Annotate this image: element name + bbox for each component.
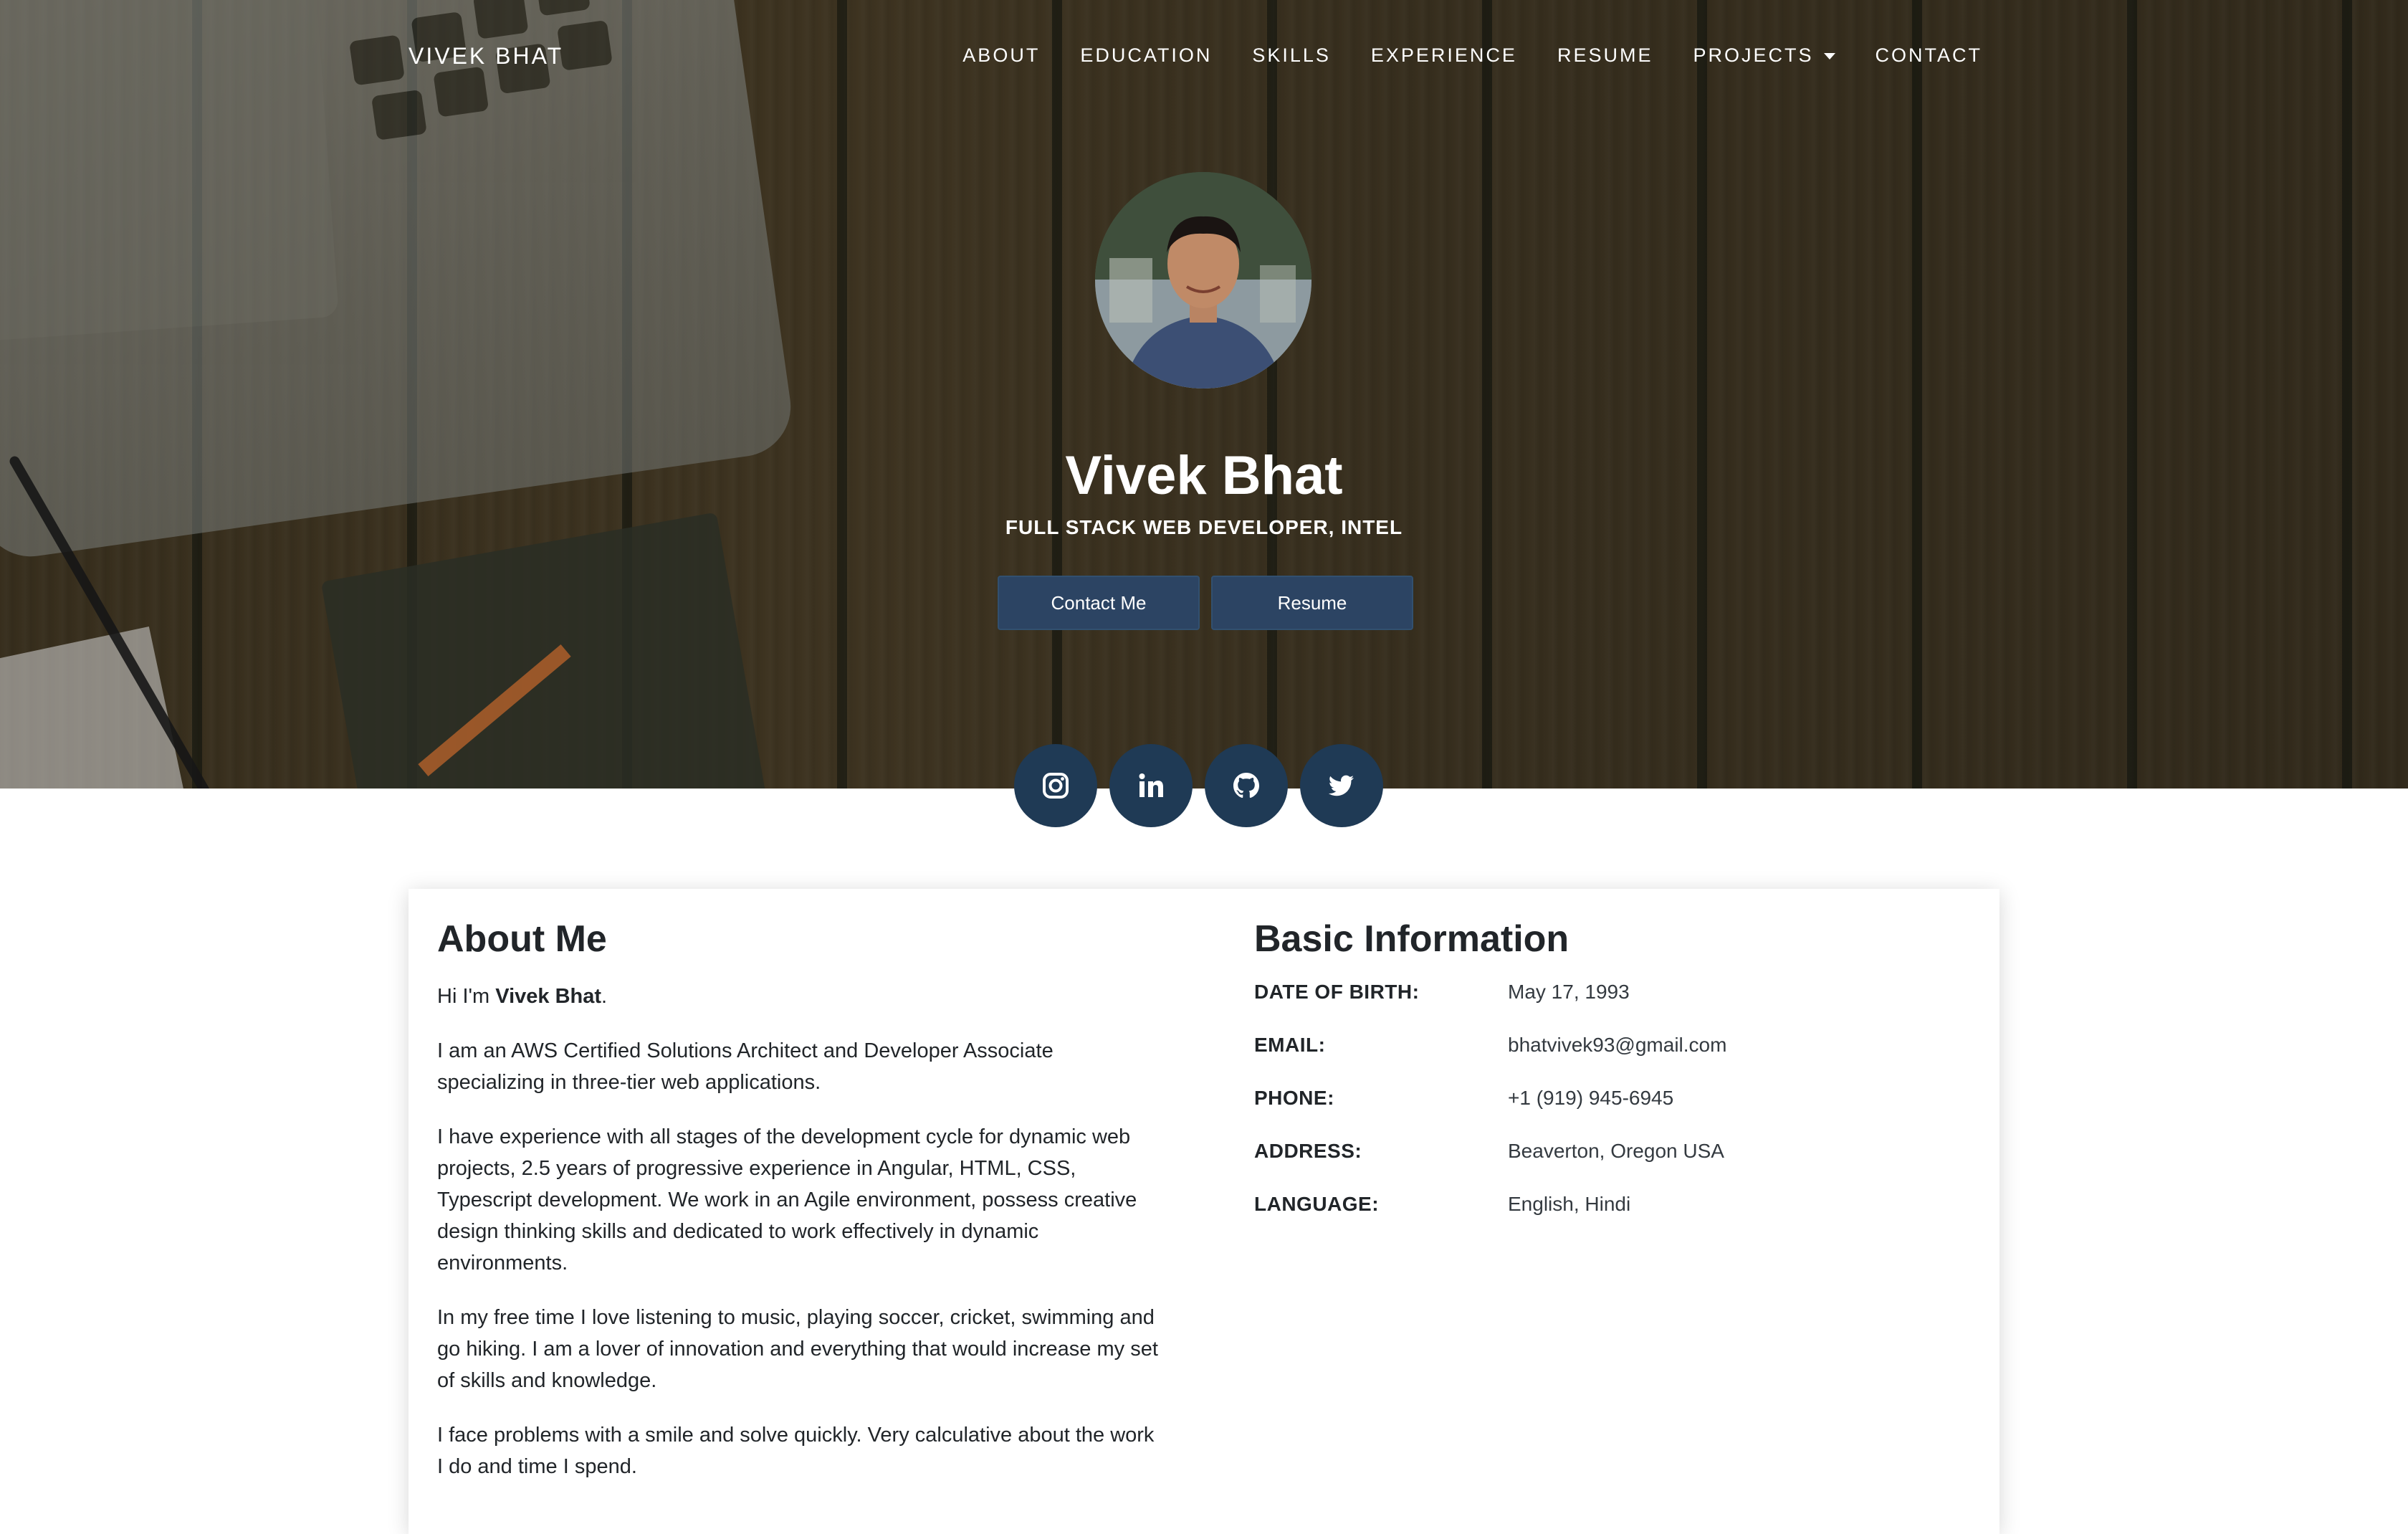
twitter-link[interactable]: [1300, 744, 1383, 827]
notebook-image: [320, 512, 769, 789]
caret-down-icon: [1823, 53, 1835, 59]
info-row-address: ADDRESS: Beaverton, Oregon USA: [1254, 1140, 1971, 1193]
info-row-email: EMAIL: bhatvivek93@gmail.com: [1254, 1034, 1971, 1087]
nav-projects-label: PROJECTS: [1693, 44, 1814, 66]
nav-education[interactable]: EDUCATION: [1080, 44, 1212, 67]
github-icon: [1233, 773, 1259, 798]
hero-title: FULL STACK WEB DEVELOPER, INTEL: [1005, 516, 1403, 538]
info-value: bhatvivek93@gmail.com: [1508, 1034, 1727, 1056]
info-label: ADDRESS:: [1254, 1140, 1362, 1162]
greeting-name: Vivek Bhat: [495, 985, 602, 1008]
info-value: English, Hindi: [1508, 1193, 1631, 1215]
info-label: DATE OF BIRTH:: [1254, 981, 1420, 1003]
about-greeting: Hi I'm Vivek Bhat.: [437, 981, 1161, 1012]
info-label: EMAIL:: [1254, 1034, 1326, 1056]
instagram-icon: [1043, 773, 1069, 799]
about-card: About Me Hi I'm Vivek Bhat. I am an AWS …: [408, 889, 2000, 1534]
hero-name: Vivek Bhat: [1065, 445, 1343, 506]
nav-resume[interactable]: RESUME: [1557, 44, 1653, 67]
about-paragraph: I am an AWS Certified Solutions Architec…: [437, 1039, 1054, 1094]
linkedin-icon: [1139, 773, 1163, 797]
nav-contact[interactable]: CONTACT: [1876, 44, 1983, 67]
info-value: May 17, 1993: [1508, 981, 1630, 1003]
contact-me-button[interactable]: Contact Me: [998, 576, 1200, 630]
info-label: PHONE:: [1254, 1087, 1334, 1109]
nav-skills[interactable]: SKILLS: [1252, 44, 1331, 67]
greeting-suffix: .: [601, 985, 608, 1008]
about-paragraph: I have experience with all stages of the…: [437, 1125, 1137, 1275]
nav-projects-dropdown[interactable]: PROJECTS: [1693, 44, 1835, 67]
linkedin-link[interactable]: [1109, 744, 1193, 827]
greeting-prefix: Hi I'm: [437, 985, 496, 1008]
about-paragraph: In my free time I love listening to musi…: [437, 1306, 1158, 1392]
about-heading: About Me: [437, 918, 607, 960]
avatar: [1095, 172, 1312, 389]
twitter-icon: [1328, 775, 1354, 796]
basic-info-heading: Basic Information: [1254, 918, 1570, 960]
avatar-portrait: [1095, 172, 1312, 389]
info-row-dob: DATE OF BIRTH: May 17, 1993: [1254, 981, 1971, 1034]
info-value: Beaverton, Oregon USA: [1508, 1140, 1724, 1162]
brand-logo[interactable]: VIVEK BHAT: [408, 43, 563, 70]
about-section: About Me Hi I'm Vivek Bhat. I am an AWS …: [437, 918, 1161, 1505]
hero-background: [0, 0, 2408, 789]
instagram-link[interactable]: [1014, 744, 1097, 827]
info-label: LANGUAGE:: [1254, 1193, 1380, 1215]
info-row-phone: PHONE: +1 (919) 945-6945: [1254, 1087, 1971, 1140]
basic-info-section: Basic Information DATE OF BIRTH: May 17,…: [1254, 918, 1971, 1246]
resume-button[interactable]: Resume: [1211, 576, 1413, 630]
info-value: +1 (919) 945-6945: [1508, 1087, 1674, 1109]
nav-links: ABOUT EDUCATION SKILLS EXPERIENCE RESUME…: [962, 44, 1982, 67]
github-link[interactable]: [1205, 744, 1288, 827]
about-paragraph: I face problems with a smile and solve q…: [437, 1424, 1155, 1478]
nav-about[interactable]: ABOUT: [962, 44, 1040, 67]
info-row-language: LANGUAGE: English, Hindi: [1254, 1193, 1971, 1246]
nav-experience[interactable]: EXPERIENCE: [1371, 44, 1517, 67]
navbar: VIVEK BHAT ABOUT EDUCATION SKILLS EXPERI…: [0, 0, 2408, 115]
